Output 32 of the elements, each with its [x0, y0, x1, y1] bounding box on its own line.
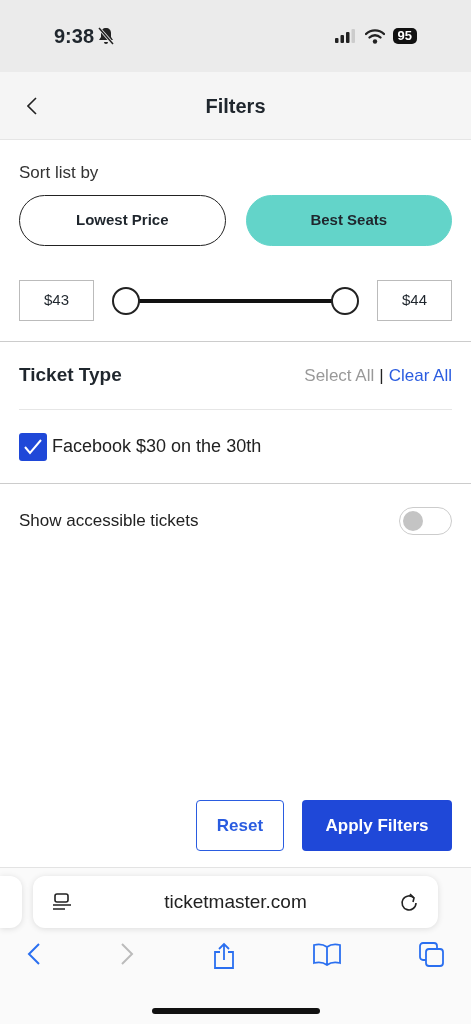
- slider-thumb[interactable]: [112, 286, 140, 315]
- battery-indicator: 95: [392, 28, 417, 44]
- clear-all-link[interactable]: Clear All: [388, 362, 452, 389]
- tabs-icon[interactable]: [419, 942, 445, 968]
- status-time: 9:38: [54, 24, 95, 49]
- url-text: ticketmaster.com: [163, 889, 308, 914]
- sort-label: Sort list by: [19, 162, 100, 184]
- min-price-field[interactable]: $43: [19, 280, 94, 321]
- checkbox-label: Facebook $30 on the 30th: [52, 435, 262, 458]
- apply-filters-button[interactable]: Apply Filters: [302, 800, 452, 851]
- link-separator: |: [379, 364, 384, 387]
- price-slider[interactable]: [112, 286, 359, 315]
- book-icon[interactable]: [312, 942, 343, 966]
- sort-option[interactable]: Best Seats: [245, 195, 452, 246]
- section-heading: Ticket Type: [19, 363, 122, 388]
- address-bar[interactable]: ticketmaster.com: [33, 876, 438, 928]
- wifi-icon: [364, 28, 385, 44]
- max-price-field[interactable]: $44: [377, 280, 452, 321]
- sort-option[interactable]: Lowest Price: [19, 195, 226, 246]
- page-title: Filters: [205, 93, 266, 119]
- signal-icon: [334, 29, 355, 43]
- bell-muted-icon: [98, 27, 115, 45]
- slider-thumb[interactable]: [331, 286, 359, 315]
- reload-icon: [399, 892, 419, 912]
- reader-icon: [52, 892, 72, 912]
- checkmark-icon: [24, 438, 42, 455]
- chevron-left-icon: [27, 97, 37, 115]
- toggle-switch[interactable]: [399, 507, 452, 535]
- checkbox[interactable]: [19, 432, 47, 461]
- toggle-label: Show accessible tickets: [19, 510, 199, 533]
- share-icon[interactable]: [211, 942, 236, 970]
- reset-button[interactable]: Reset: [196, 800, 284, 851]
